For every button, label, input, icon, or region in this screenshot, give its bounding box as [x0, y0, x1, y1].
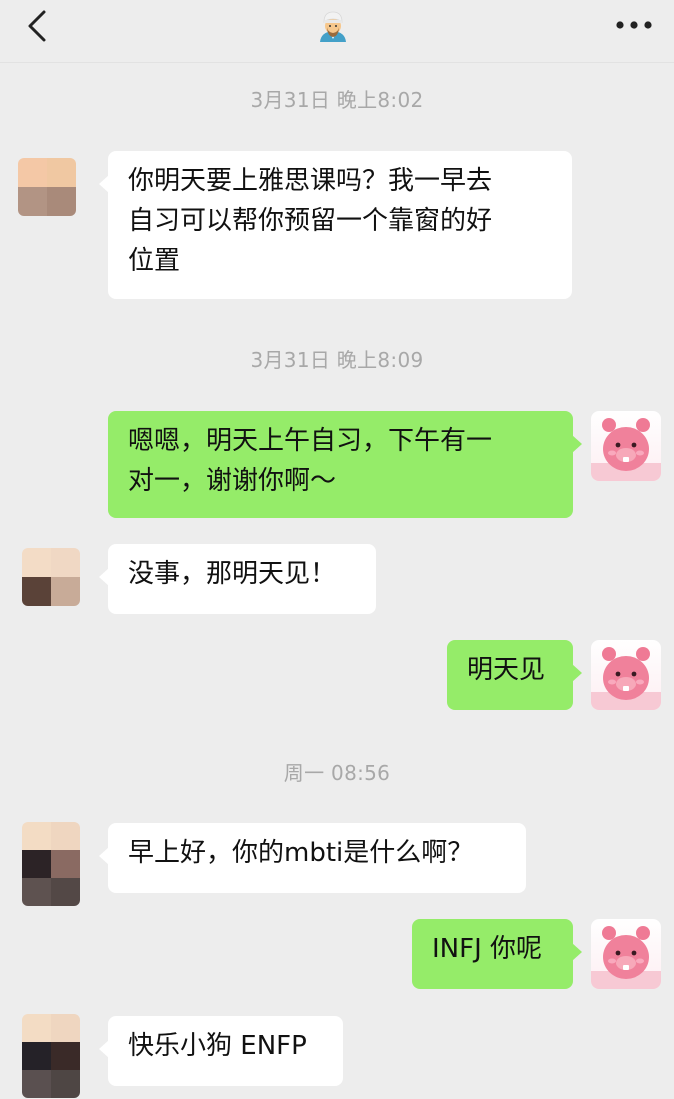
chevron-left-icon[interactable] [18, 6, 58, 46]
message-text: INFJ 你呢 [432, 934, 543, 964]
timestamp: 3月31日 晚上8:02 [250, 88, 424, 112]
pink-beaver-avatar-icon [591, 926, 661, 989]
message-bubble-outgoing[interactable]: INFJ 你呢 [412, 919, 582, 989]
chat-header [0, 0, 674, 63]
message-bubble-incoming[interactable]: 快乐小狗 ENFP [99, 1016, 343, 1086]
message-text: 明天见 [467, 655, 546, 685]
message-text: 嗯嗯，明天上午自习，下午有一 [128, 426, 493, 456]
timestamp: 周一 08:56 [283, 761, 391, 785]
message-text: 对一，谢谢你啊～ [128, 466, 337, 496]
pink-beaver-avatar-icon [591, 418, 661, 481]
message-text: 没事，那明天见！ [128, 559, 337, 589]
contact-avatar[interactable] [18, 158, 76, 216]
my-avatar[interactable] [591, 919, 661, 989]
message-bubble-outgoing[interactable]: 明天见 [447, 640, 582, 710]
message-text: 位置 [128, 246, 181, 276]
message-text: 自习可以帮你预留一个靠窗的好 [128, 206, 493, 236]
message-bubble-incoming[interactable]: 早上好，你的mbti是什么啊？ [99, 823, 526, 893]
my-avatar[interactable] [591, 640, 661, 710]
message-bubble-incoming[interactable]: 你明天要上雅思课吗？我一早去 自习可以帮你预留一个靠窗的好 位置 [99, 151, 572, 299]
message-text: 早上好，你的mbti是什么啊？ [128, 838, 474, 868]
contact-avatar[interactable] [22, 1014, 80, 1098]
contact-avatar[interactable] [22, 548, 80, 606]
pink-beaver-avatar-icon [591, 647, 661, 710]
more-horizontal-icon[interactable] [612, 10, 656, 40]
man-with-turban-emoji-icon [320, 11, 346, 42]
message-text: 你明天要上雅思课吗？我一早去 [128, 166, 493, 196]
contact-avatar[interactable] [22, 822, 80, 906]
timestamp: 3月31日 晚上8:09 [250, 348, 424, 372]
message-text: 快乐小狗 ENFP [128, 1031, 307, 1061]
message-bubble-incoming[interactable]: 没事，那明天见！ [99, 544, 376, 614]
message-bubble-outgoing[interactable]: 嗯嗯，明天上午自习，下午有一 对一，谢谢你啊～ [108, 411, 582, 518]
my-avatar[interactable] [591, 411, 661, 481]
